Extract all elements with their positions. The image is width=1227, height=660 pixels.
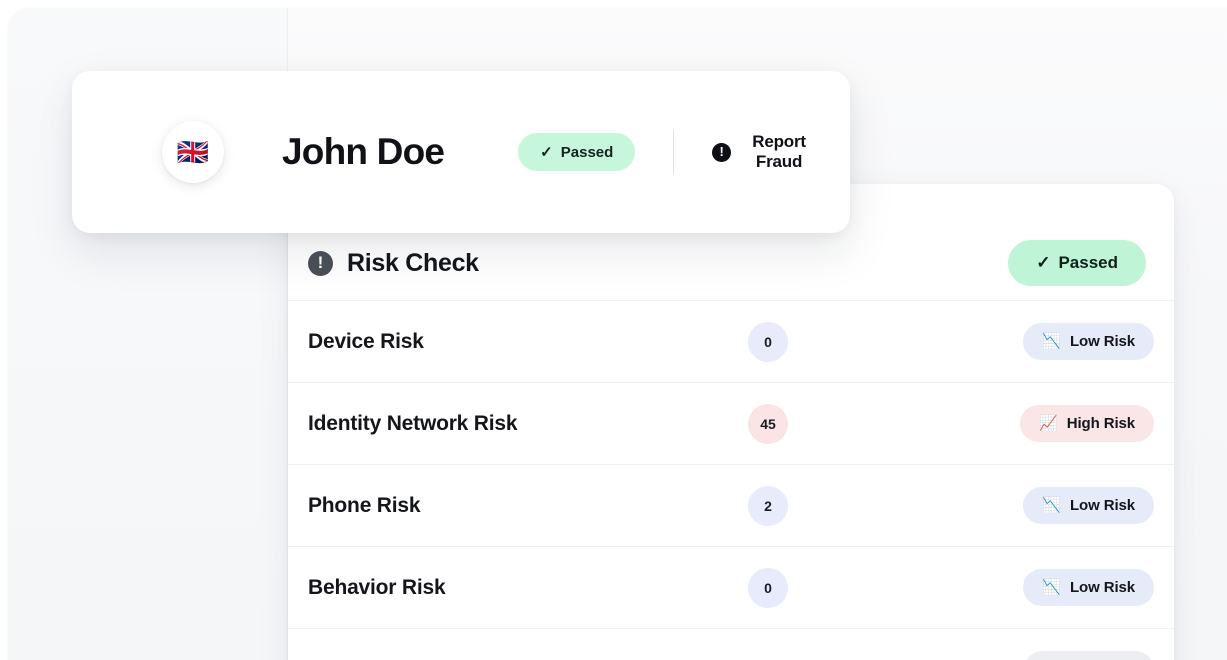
risk-row-label: Identity Network Risk — [308, 412, 708, 436]
risk-row-badge-wrap: 📉 Low Risk — [828, 569, 1154, 606]
risk-score-bubble: 2 — [748, 486, 788, 526]
report-fraud-label: Report Fraud — [742, 132, 816, 172]
risk-row-value: 45 — [708, 404, 828, 444]
risk-row-label: Phone Risk — [308, 494, 708, 518]
status-badge: 📉 Low Risk — [1023, 323, 1154, 360]
profile-actions: ✓ Passed ! Report Fraud — [518, 130, 816, 174]
profile-status-badge: ✓ Passed — [518, 133, 635, 171]
page-surface: ! Risk Check ✓ Passed Device Risk 0 — [8, 8, 1227, 660]
flag-uk-icon: 🇬🇧 — [177, 139, 209, 165]
divider — [673, 130, 674, 174]
status-badge-label: High Risk — [1067, 415, 1135, 432]
avatar: 🇬🇧 — [162, 121, 224, 183]
risk-check-card: ! Risk Check ✓ Passed Device Risk 0 — [288, 184, 1174, 660]
table-row[interactable]: Behavior Risk 0 📉 Low Risk — [288, 546, 1174, 628]
app-root: ! Risk Check ✓ Passed Device Risk 0 — [0, 0, 1227, 660]
status-badge-label: Low Risk — [1070, 497, 1135, 514]
risk-row-value: 0 — [708, 322, 828, 362]
alert-circle-glyph: ! — [720, 145, 724, 158]
alert-circle-icon: ! — [712, 143, 731, 162]
table-row[interactable]: Identity Network Risk 45 📈 High Risk — [288, 382, 1174, 464]
check-icon: ✓ — [540, 143, 553, 161]
risk-check-status-label: Passed — [1058, 253, 1118, 273]
table-row[interactable]: Device Risk 0 📉 Low Risk — [288, 300, 1174, 382]
profile-card: 🇬🇧 John Doe ✓ Passed ! Report Fraud — [72, 71, 850, 233]
check-icon: ✓ — [1036, 253, 1050, 273]
risk-row-badge-wrap: 📉 Low Risk — [828, 323, 1154, 360]
risk-row-value: 2 — [708, 486, 828, 526]
page-title: John Doe — [282, 131, 444, 173]
chart-decreasing-icon: 📉 — [1042, 580, 1061, 595]
risk-check-status-badge: ✓ Passed — [1008, 240, 1146, 286]
risk-check-status-group: ✓ Passed — [1008, 198, 1146, 286]
status-badge: 📉 Low Risk — [1023, 569, 1154, 606]
risk-score-bubble: 0 — [748, 568, 788, 608]
alert-circle-icon: ! — [308, 251, 333, 276]
report-fraud-button[interactable]: ! Report Fraud — [712, 132, 816, 172]
risk-rows: Device Risk 0 📉 Low Risk Identity Networ… — [288, 300, 1174, 660]
risk-row-badge-wrap: 📈 High Risk — [828, 405, 1154, 442]
status-badge-label: Low Risk — [1070, 579, 1135, 596]
status-badge: 📈 High Risk — [1020, 405, 1154, 442]
chart-increasing-icon: 📈 — [1039, 416, 1058, 431]
profile-status-label: Passed — [561, 144, 614, 161]
table-row[interactable]: Phone Risk 2 📉 Low Risk — [288, 464, 1174, 546]
risk-row-label: Device Risk — [308, 330, 708, 354]
risk-score-bubble: 0 — [748, 322, 788, 362]
risk-row-value: 0 — [708, 568, 828, 608]
status-badge: 📉 Low Risk — [1023, 487, 1154, 524]
status-badge: Not Provided — [1024, 651, 1154, 660]
chart-decreasing-icon: 📉 — [1042, 334, 1061, 349]
chart-decreasing-icon: 📉 — [1042, 498, 1061, 513]
risk-check-title: Risk Check — [347, 249, 479, 278]
risk-score-bubble: 45 — [748, 404, 788, 444]
table-row[interactable]: Stolen Identity Risk Not Provided — [288, 628, 1174, 660]
risk-row-badge-wrap: 📉 Low Risk — [828, 487, 1154, 524]
risk-row-badge-wrap: Not Provided — [828, 651, 1154, 660]
status-badge-label: Low Risk — [1070, 333, 1135, 350]
alert-circle-glyph: ! — [318, 254, 324, 271]
risk-row-label: Behavior Risk — [308, 576, 708, 600]
